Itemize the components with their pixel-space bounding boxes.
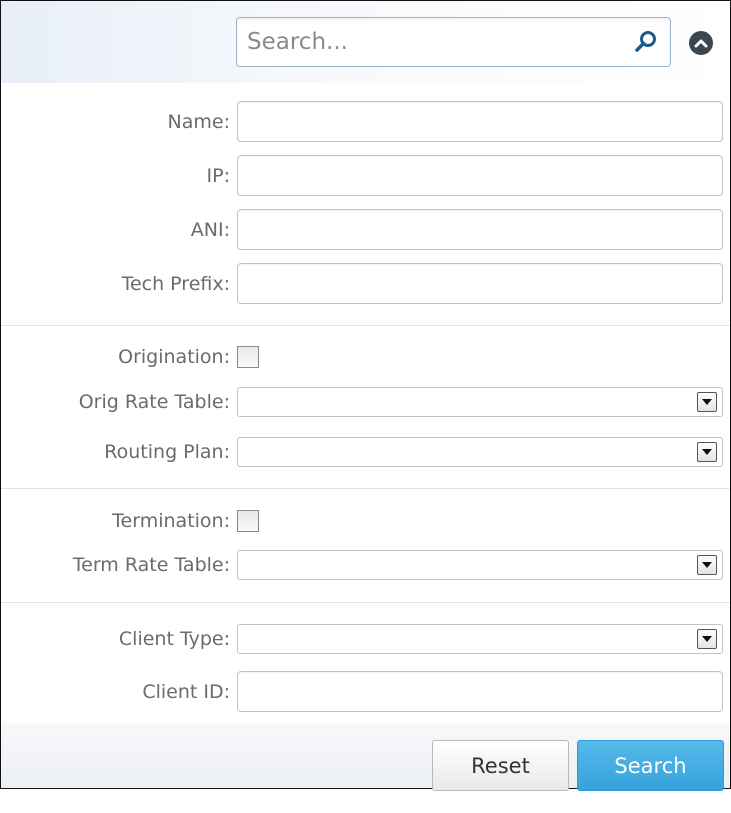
client-type-label: Client Type: (118, 628, 230, 650)
ani-label: ANI: (190, 219, 230, 241)
name-label: Name: (167, 111, 230, 133)
ip-input[interactable] (237, 155, 723, 196)
origination-checkbox[interactable] (237, 346, 259, 368)
search-button[interactable]: Search (577, 740, 724, 791)
orig-rate-table-label: Orig Rate Table: (78, 391, 230, 413)
orig-rate-table-select[interactable] (237, 387, 723, 417)
routing-plan-select[interactable] (237, 437, 723, 467)
client-id-label: Client ID: (142, 681, 230, 703)
term-rate-table-select[interactable] (237, 550, 723, 580)
client-id-input[interactable] (237, 671, 723, 712)
termination-checkbox[interactable] (237, 510, 259, 532)
term-rate-table-label: Term Rate Table: (72, 554, 230, 576)
search-input[interactable] (247, 18, 617, 66)
search-bar (1, 1, 730, 83)
filter-panel: Name: IP: ANI: Tech Prefix: Origination:… (0, 0, 731, 791)
ip-label: IP: (206, 165, 230, 187)
routing-plan-label: Routing Plan: (104, 441, 230, 463)
divider (1, 325, 730, 326)
collapse-button[interactable] (689, 31, 713, 55)
client-type-select[interactable] (237, 624, 723, 654)
tech-prefix-input[interactable] (237, 263, 723, 304)
ani-input[interactable] (237, 209, 723, 250)
dropdown-arrow-icon[interactable] (697, 442, 717, 462)
search-box[interactable] (236, 17, 671, 67)
dropdown-arrow-icon[interactable] (697, 555, 717, 575)
dropdown-arrow-icon[interactable] (697, 392, 717, 412)
magnifier-icon[interactable] (634, 30, 658, 54)
button-bar: Reset Search (1, 723, 730, 791)
dropdown-arrow-icon[interactable] (697, 629, 717, 649)
origination-label: Origination: (118, 346, 230, 368)
divider (1, 488, 730, 489)
tech-prefix-label: Tech Prefix: (121, 273, 230, 295)
divider (1, 602, 730, 603)
name-input[interactable] (237, 101, 723, 142)
termination-label: Termination: (112, 510, 230, 532)
reset-button[interactable]: Reset (432, 740, 569, 791)
chevron-up-icon (694, 39, 708, 48)
